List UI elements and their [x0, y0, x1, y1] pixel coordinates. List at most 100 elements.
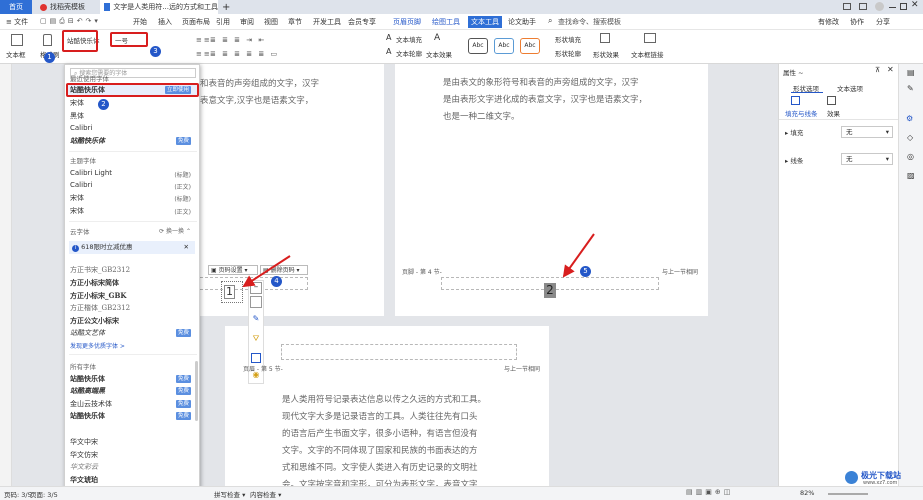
command-search[interactable]: 查找命令、搜索模板: [558, 17, 621, 27]
cloud-font-1[interactable]: 方正书宋_GB2312: [70, 265, 130, 275]
pages-counter[interactable]: 页面: 3/5: [30, 489, 58, 499]
pen-icon[interactable]: ✎: [250, 314, 262, 326]
spell-check[interactable]: 拼写检查 ▾: [214, 489, 245, 499]
pen-icon[interactable]: ✎: [907, 84, 914, 93]
subtab-effect[interactable]: 效果: [827, 108, 840, 118]
menu-paper-assist[interactable]: 论文助手: [508, 17, 536, 27]
menu-review[interactable]: 审阅: [240, 17, 254, 27]
unsaved-status[interactable]: 有修改: [818, 17, 839, 27]
menu-reference[interactable]: 引用: [216, 17, 230, 27]
fill-label: 填充: [790, 129, 804, 137]
page2-line-2: 是由表形文字进化成的表意文字，汉字也是语素文字，: [443, 95, 648, 105]
all-font-5[interactable]: 华文中宋: [70, 437, 98, 447]
properties-icon[interactable]: ▤: [907, 68, 915, 77]
fill-select[interactable]: 无 ▾: [841, 126, 893, 138]
page-counter[interactable]: 页码: 3/5: [4, 489, 32, 499]
menu-header-footer[interactable]: 页眉页脚: [393, 17, 421, 27]
all-font-2[interactable]: 站酷高端黑: [70, 386, 105, 396]
all-font-6[interactable]: 华文仿宋: [70, 450, 98, 460]
menu-dev[interactable]: 开发工具: [313, 17, 341, 27]
search-icon: ⌕: [548, 16, 553, 25]
cloud-font-5[interactable]: 方正公文小标宋: [70, 316, 119, 326]
close-icon[interactable]: ✕: [911, 0, 919, 10]
pin-icon[interactable]: ⊼: [875, 66, 880, 74]
menu-member[interactable]: 会员专享: [348, 17, 376, 27]
menu-view[interactable]: 视图: [264, 17, 278, 27]
content-check[interactable]: 内容检查 ▾: [250, 489, 281, 499]
zoom-slider[interactable]: [828, 493, 868, 495]
cloud-font-6[interactable]: 站酷文艺体: [70, 328, 105, 338]
font-item-calibri[interactable]: Calibri: [70, 124, 92, 132]
dropdown-scrollbar[interactable]: [195, 361, 198, 421]
menu-layout[interactable]: 页面布局: [182, 17, 210, 27]
text-effect-button[interactable]: 文本效果: [426, 49, 452, 59]
shape-style-2[interactable]: Abc: [494, 38, 514, 54]
textbox-button[interactable]: 文本框: [6, 49, 26, 59]
tab-text-options[interactable]: 文本选项: [837, 83, 863, 93]
all-font-8[interactable]: 华文琥珀: [70, 475, 98, 485]
close-icon[interactable]: ✕: [184, 241, 189, 254]
menu-drawing[interactable]: 绘图工具: [432, 17, 460, 27]
share-button[interactable]: 分享: [876, 17, 890, 27]
font-item-songti[interactable]: 宋体: [70, 98, 84, 108]
theme-font-1[interactable]: Calibri Light: [70, 169, 112, 177]
font-item-heiti[interactable]: 黑体: [70, 111, 84, 121]
shape-style-1[interactable]: Abc: [468, 38, 488, 54]
minus-icon[interactable]: –: [250, 282, 262, 294]
font-item-zhanku-2[interactable]: 站酷快乐体: [70, 136, 105, 146]
menu-text-tools[interactable]: 文本工具: [468, 16, 502, 28]
text-fill-button[interactable]: 文本填充: [396, 34, 422, 44]
fill-icon[interactable]: ⛛: [250, 334, 262, 346]
new-tab-button[interactable]: +: [222, 0, 232, 14]
shape-icon[interactable]: ◇: [907, 133, 913, 142]
avatar[interactable]: [875, 2, 884, 11]
theme-font-3[interactable]: 宋体: [70, 193, 84, 203]
image-icon[interactable]: ▨: [907, 171, 915, 180]
shape-effect-button[interactable]: 形状效果: [593, 49, 619, 59]
all-font-4[interactable]: 站酷快乐体: [70, 411, 105, 421]
highlight-font-size: [110, 32, 148, 47]
adjust-icon[interactable]: ⚙: [906, 114, 913, 123]
cloud-font-2[interactable]: 方正小标宋简体: [70, 278, 119, 288]
more-fonts-link[interactable]: 发现更多优质字体 >: [70, 341, 125, 350]
maximize-icon[interactable]: [900, 3, 907, 10]
promo-banner[interactable]: i 618限时立减优惠 ✕: [69, 241, 195, 254]
minimize-icon[interactable]: [889, 7, 896, 8]
refresh-link[interactable]: ⟳ 换一换 ⌃: [159, 226, 191, 235]
delete-page-number-button[interactable]: ▤ 删除页码 ▾: [260, 265, 308, 275]
tab-home[interactable]: 首页: [0, 0, 32, 14]
all-font-3[interactable]: 金山云技术体: [70, 399, 112, 409]
fill-section-label[interactable]: ▸ 填充: [785, 127, 803, 137]
shape-outline-icon[interactable]: [251, 353, 261, 363]
layout-options-icon[interactable]: [250, 296, 262, 308]
shape-outline-button[interactable]: 形状轮廓: [555, 48, 581, 58]
page-settings-button[interactable]: ▣ 页码设置 ▾: [208, 265, 258, 275]
tab-document[interactable]: 文字是人类用符...远的方式和工具: [100, 0, 218, 14]
line-section-label[interactable]: ▸ 线条: [785, 155, 803, 165]
text-outline-button[interactable]: 文本轮廓: [396, 48, 422, 58]
menu-insert[interactable]: 插入: [158, 17, 172, 27]
theme-font-2[interactable]: Calibri: [70, 181, 92, 189]
zoom-level[interactable]: 82%: [800, 489, 814, 497]
cloud-font-3[interactable]: 方正小标宋_GBK: [70, 291, 126, 301]
menu-chapter[interactable]: 章节: [288, 17, 302, 27]
theme-font-4[interactable]: 宋体: [70, 206, 84, 216]
textbox-link-button[interactable]: 文本框链接: [631, 49, 664, 59]
shape-style-3[interactable]: Abc: [520, 38, 540, 54]
all-font-1[interactable]: 站酷快乐体: [70, 374, 105, 384]
close-icon[interactable]: ✕: [887, 65, 894, 74]
grid-icon[interactable]: [859, 3, 867, 10]
menu-start[interactable]: 开始: [133, 17, 147, 27]
layout-icon[interactable]: [843, 3, 851, 10]
line-select[interactable]: 无 ▾: [841, 153, 893, 165]
shape-fill-button[interactable]: 形状填充: [555, 34, 581, 44]
subtab-fill-line[interactable]: 填充与线条: [785, 108, 818, 118]
cloud-font-4[interactable]: 方正楷体_GB2312: [70, 303, 130, 313]
all-font-7[interactable]: 华文彩云: [70, 462, 98, 472]
tab-templates[interactable]: 找稻壳模板: [36, 0, 96, 14]
collab-button[interactable]: 协作: [850, 17, 864, 27]
selection-handles[interactable]: [221, 281, 243, 303]
file-menu[interactable]: ≡ 文件: [6, 17, 28, 27]
page-number-2[interactable]: 2: [544, 283, 556, 298]
location-icon[interactable]: ◎: [907, 152, 914, 161]
